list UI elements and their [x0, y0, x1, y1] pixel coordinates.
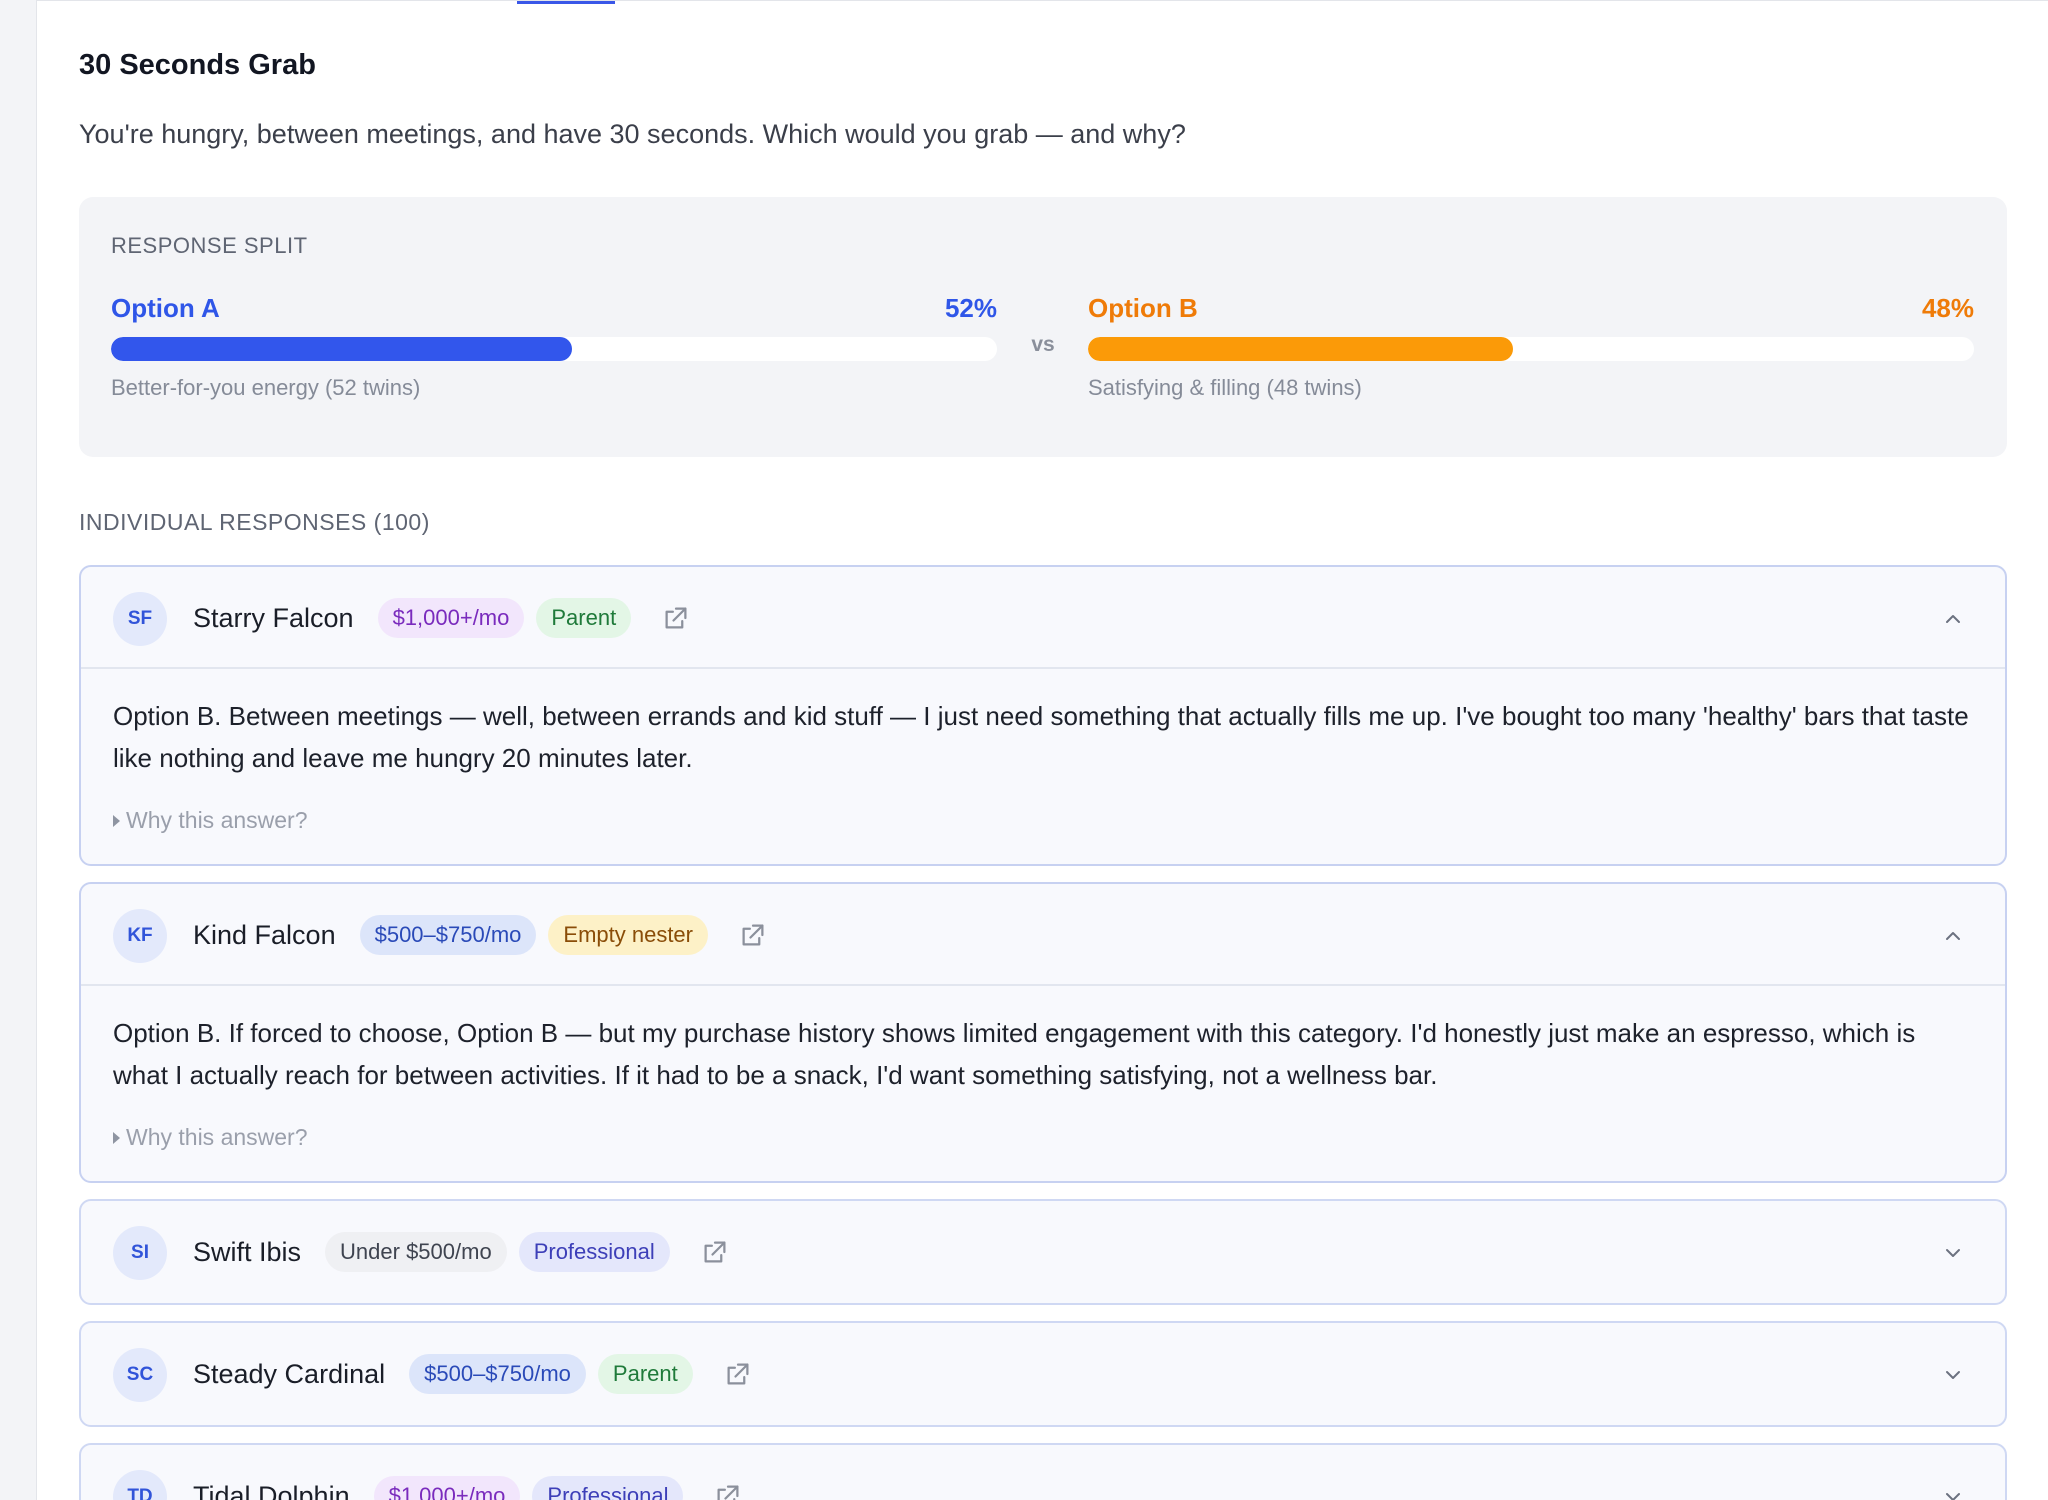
income-tag: $500–$750/mo	[409, 1354, 586, 1394]
response-card-body: Option B. Between meetings — well, betwe…	[81, 669, 2005, 864]
option-a-summary: Option A 52% Better-for-you energy (52 t…	[111, 293, 997, 401]
why-this-answer-label: Why this answer?	[126, 1124, 308, 1150]
question-panel: 30 Seconds Grab You're hungry, between m…	[36, 0, 2048, 1500]
external-link-icon[interactable]	[700, 1237, 730, 1267]
why-this-answer-toggle[interactable]: Why this answer?	[113, 1124, 1971, 1151]
response-card-header[interactable]: SC Steady Cardinal $500–$750/mo Parent	[81, 1323, 2005, 1425]
respondent-name: Steady Cardinal	[193, 1358, 386, 1389]
response-card-body: Option B. If forced to choose, Option B …	[81, 986, 2005, 1181]
response-split-card: RESPONSE SPLIT Option A 52% Better-for-y…	[79, 197, 2007, 457]
response-card: SI Swift Ibis Under $500/mo Professional	[79, 1199, 2007, 1305]
avatar: SI	[113, 1226, 167, 1280]
income-tag: $1,000+/mo	[373, 1476, 521, 1500]
avatar: KF	[113, 909, 167, 963]
question-title: 30 Seconds Grab	[79, 49, 316, 81]
response-card-header[interactable]: SF Starry Falcon $1,000+/mo Parent	[81, 567, 2005, 669]
segment-tag: Professional	[518, 1232, 670, 1272]
responses-list: SF Starry Falcon $1,000+/mo Parent Optio…	[79, 565, 2007, 1500]
option-b-bar-track	[1088, 337, 1974, 361]
external-link-icon[interactable]	[713, 1481, 743, 1500]
response-card-header[interactable]: TD Tidal Dolphin $1,000+/mo Professional	[81, 1445, 2005, 1500]
option-a-description: Better-for-you energy (52 twins)	[111, 375, 421, 400]
option-a-percent: 52%	[944, 293, 997, 323]
avatar: SC	[113, 1348, 167, 1402]
respondent-name: Swift Ibis	[193, 1236, 302, 1267]
option-a-name: Option A	[111, 293, 220, 323]
option-b-percent: 48%	[1921, 293, 1974, 323]
option-b-description: Satisfying & filling (48 twins)	[1088, 375, 1362, 400]
respondent-name: Starry Falcon	[193, 602, 354, 633]
segment-tag: Empty nester	[548, 915, 708, 955]
response-card-header[interactable]: SI Swift Ibis Under $500/mo Professional	[81, 1201, 2005, 1303]
avatar: TD	[113, 1470, 167, 1500]
response-card-header[interactable]: KF Kind Falcon $500–$750/mo Empty nester	[81, 884, 2005, 986]
response-split-label: RESPONSE SPLIT	[111, 233, 308, 258]
external-link-icon[interactable]	[661, 603, 691, 633]
chevron-up-icon[interactable]	[1941, 607, 1965, 631]
why-this-answer-label: Why this answer?	[126, 807, 308, 833]
individual-responses-label: INDIVIDUAL RESPONSES (100)	[79, 509, 430, 535]
external-link-icon[interactable]	[723, 1359, 753, 1389]
option-b-summary: Option B 48% Satisfying & filling (48 tw…	[1088, 293, 1974, 401]
income-tag: $500–$750/mo	[359, 915, 537, 955]
response-card: SF Starry Falcon $1,000+/mo Parent Optio…	[79, 565, 2007, 866]
respondent-name: Tidal Dolphin	[193, 1480, 350, 1500]
question-prompt: You're hungry, between meetings, and hav…	[79, 119, 1186, 149]
avatar: SF	[113, 592, 167, 646]
income-tag: Under $500/mo	[325, 1232, 507, 1272]
response-answer: Option B. Between meetings — well, betwe…	[113, 701, 1969, 773]
external-link-icon[interactable]	[738, 920, 768, 950]
response-card: SC Steady Cardinal $500–$750/mo Parent	[79, 1321, 2007, 1427]
respondent-name: Kind Falcon	[193, 919, 336, 950]
income-tag: $1,000+/mo	[377, 598, 525, 638]
chevron-down-icon[interactable]	[1941, 1241, 1965, 1265]
option-a-bar-fill	[111, 337, 572, 361]
segment-tag: Parent	[536, 598, 632, 638]
chevron-up-icon[interactable]	[1941, 924, 1965, 948]
option-b-name: Option B	[1088, 293, 1198, 323]
vs-label: vs	[1031, 333, 1055, 356]
why-this-answer-toggle[interactable]: Why this answer?	[113, 807, 1971, 834]
segment-tag: Parent	[597, 1354, 693, 1394]
segment-tag: Professional	[532, 1476, 684, 1500]
option-b-bar-fill	[1088, 337, 1514, 361]
chevron-down-icon[interactable]	[1941, 1485, 1965, 1500]
response-card: TD Tidal Dolphin $1,000+/mo Professional	[79, 1443, 2007, 1500]
caret-right-icon	[113, 1131, 120, 1144]
caret-right-icon	[113, 814, 120, 827]
response-card: KF Kind Falcon $500–$750/mo Empty nester…	[79, 882, 2007, 1183]
option-a-bar-track	[111, 337, 997, 361]
active-tab-indicator	[517, 1, 615, 4]
chevron-down-icon[interactable]	[1941, 1363, 1965, 1387]
response-answer: Option B. If forced to choose, Option B …	[113, 1018, 1916, 1090]
